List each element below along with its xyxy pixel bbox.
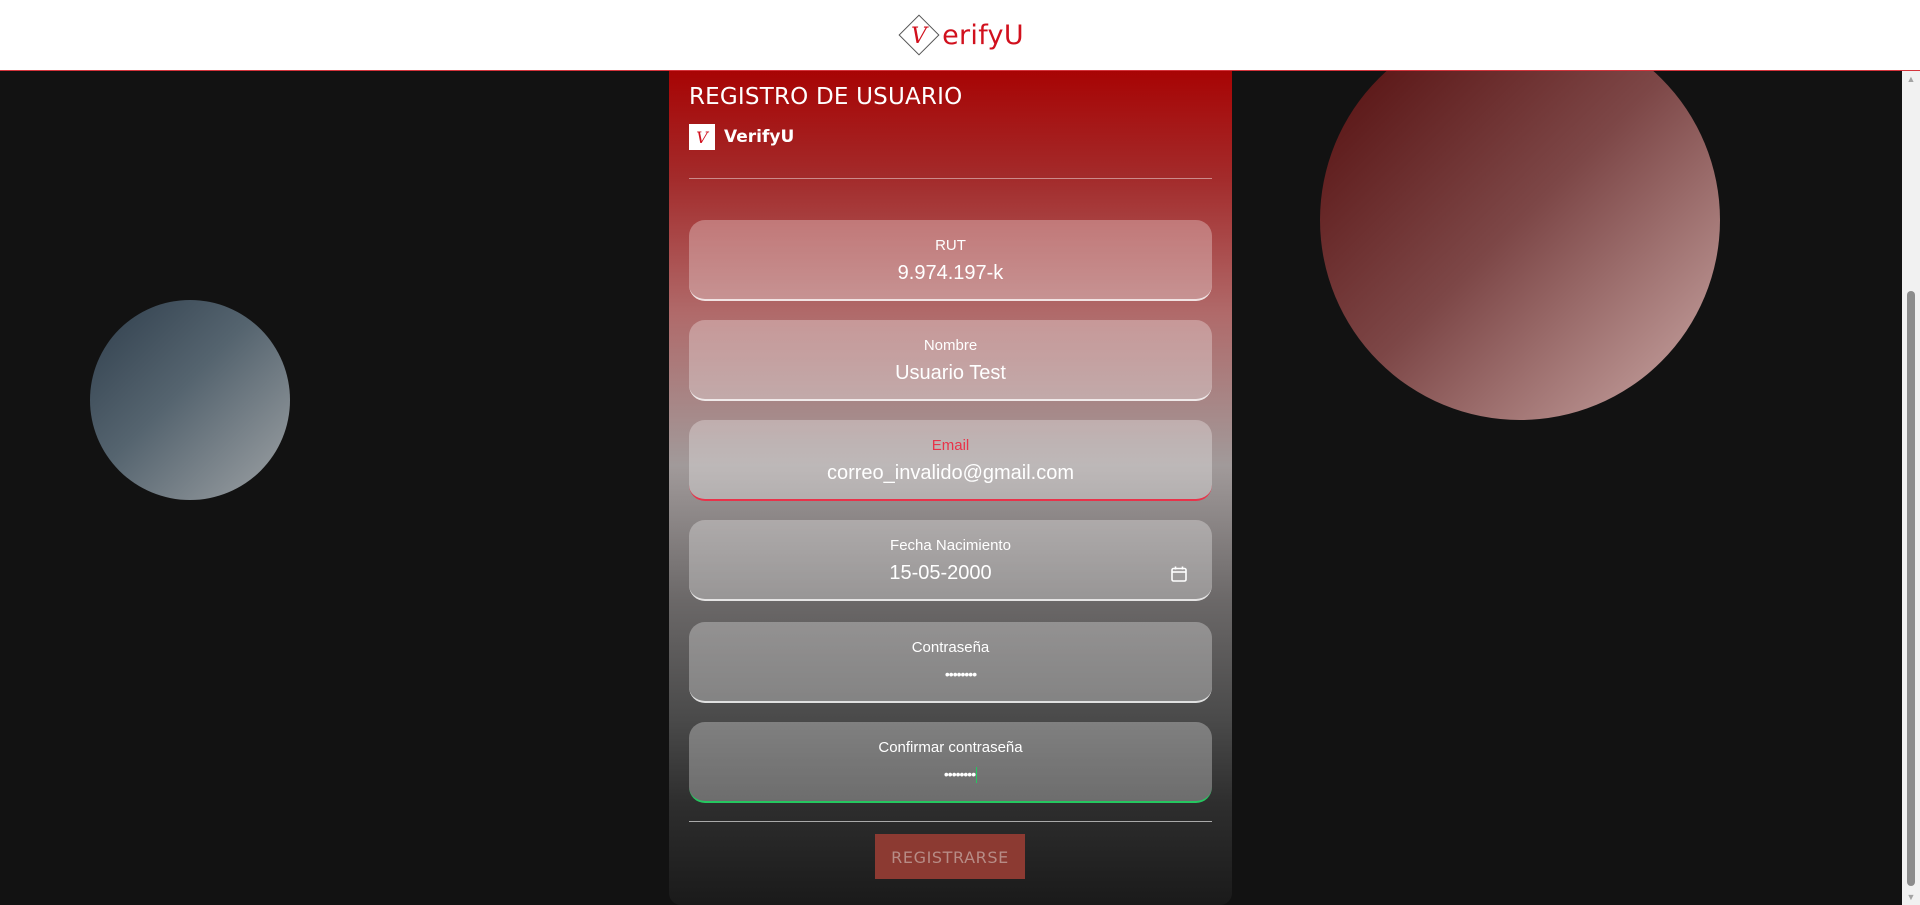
divider-bottom [689, 821, 1212, 822]
page-scrollbar[interactable]: ▲ ▼ [1902, 71, 1920, 905]
confirmar-contrasena-input-wrap[interactable]: •••••••• [689, 766, 1212, 784]
logo-text: erifyU [942, 20, 1024, 51]
form-brand: V VerifyU [689, 124, 794, 150]
contrasena-field[interactable]: Contraseña •••••••• [689, 622, 1212, 703]
text-caret [976, 767, 978, 784]
nombre-input[interactable]: Usuario Test [689, 362, 1212, 385]
contrasena-label: Contraseña [911, 639, 990, 656]
fecha-nacimiento-label: Fecha Nacimiento [890, 537, 1011, 554]
brand-name: VerifyU [724, 127, 795, 147]
scroll-thumb[interactable] [1907, 291, 1915, 886]
nombre-label: Nombre [923, 337, 978, 354]
verifyu-logo-icon: V [689, 124, 715, 150]
scroll-up-arrow-icon[interactable]: ▲ [1902, 71, 1920, 87]
scroll-down-arrow-icon[interactable]: ▼ [1902, 889, 1920, 905]
calendar-icon[interactable] [1170, 565, 1188, 583]
rut-label: RUT [935, 237, 966, 254]
divider-top [689, 178, 1212, 179]
decorative-circle-right [1320, 20, 1720, 420]
decorative-circle-left [90, 300, 290, 500]
rut-input[interactable]: 9.974.197-k [689, 262, 1212, 285]
logo-letter: V [911, 24, 929, 49]
registration-form-card: REGISTRO DE USUARIO V VerifyU RUT 9.974.… [669, 60, 1232, 905]
email-input[interactable]: correo_invalido@gmail.com [689, 462, 1212, 485]
confirmar-contrasena-input[interactable]: •••••••• [944, 766, 976, 782]
confirmar-contrasena-field[interactable]: Confirmar contraseña •••••••• [689, 722, 1212, 803]
fecha-nacimiento-field[interactable]: Fecha Nacimiento 15-05-2000 [689, 520, 1212, 601]
contrasena-input[interactable]: •••••••• [689, 666, 1212, 682]
email-label: Email [931, 437, 970, 454]
registrarse-button[interactable]: REGISTRARSE [875, 834, 1025, 879]
confirmar-contrasena-label: Confirmar contraseña [878, 739, 1023, 756]
brand-letter: V [696, 128, 709, 147]
fecha-nacimiento-input[interactable]: 15-05-2000 [689, 562, 1212, 585]
top-header: V erifyU [0, 0, 1920, 71]
rut-field[interactable]: RUT 9.974.197-k [689, 220, 1212, 301]
form-title: REGISTRO DE USUARIO [689, 84, 963, 110]
email-field[interactable]: Email correo_invalido@gmail.com [689, 420, 1212, 501]
nombre-field[interactable]: Nombre Usuario Test [689, 320, 1212, 401]
verifyu-logo-icon: V [896, 12, 942, 58]
header-logo[interactable]: V erifyU [896, 12, 1024, 58]
